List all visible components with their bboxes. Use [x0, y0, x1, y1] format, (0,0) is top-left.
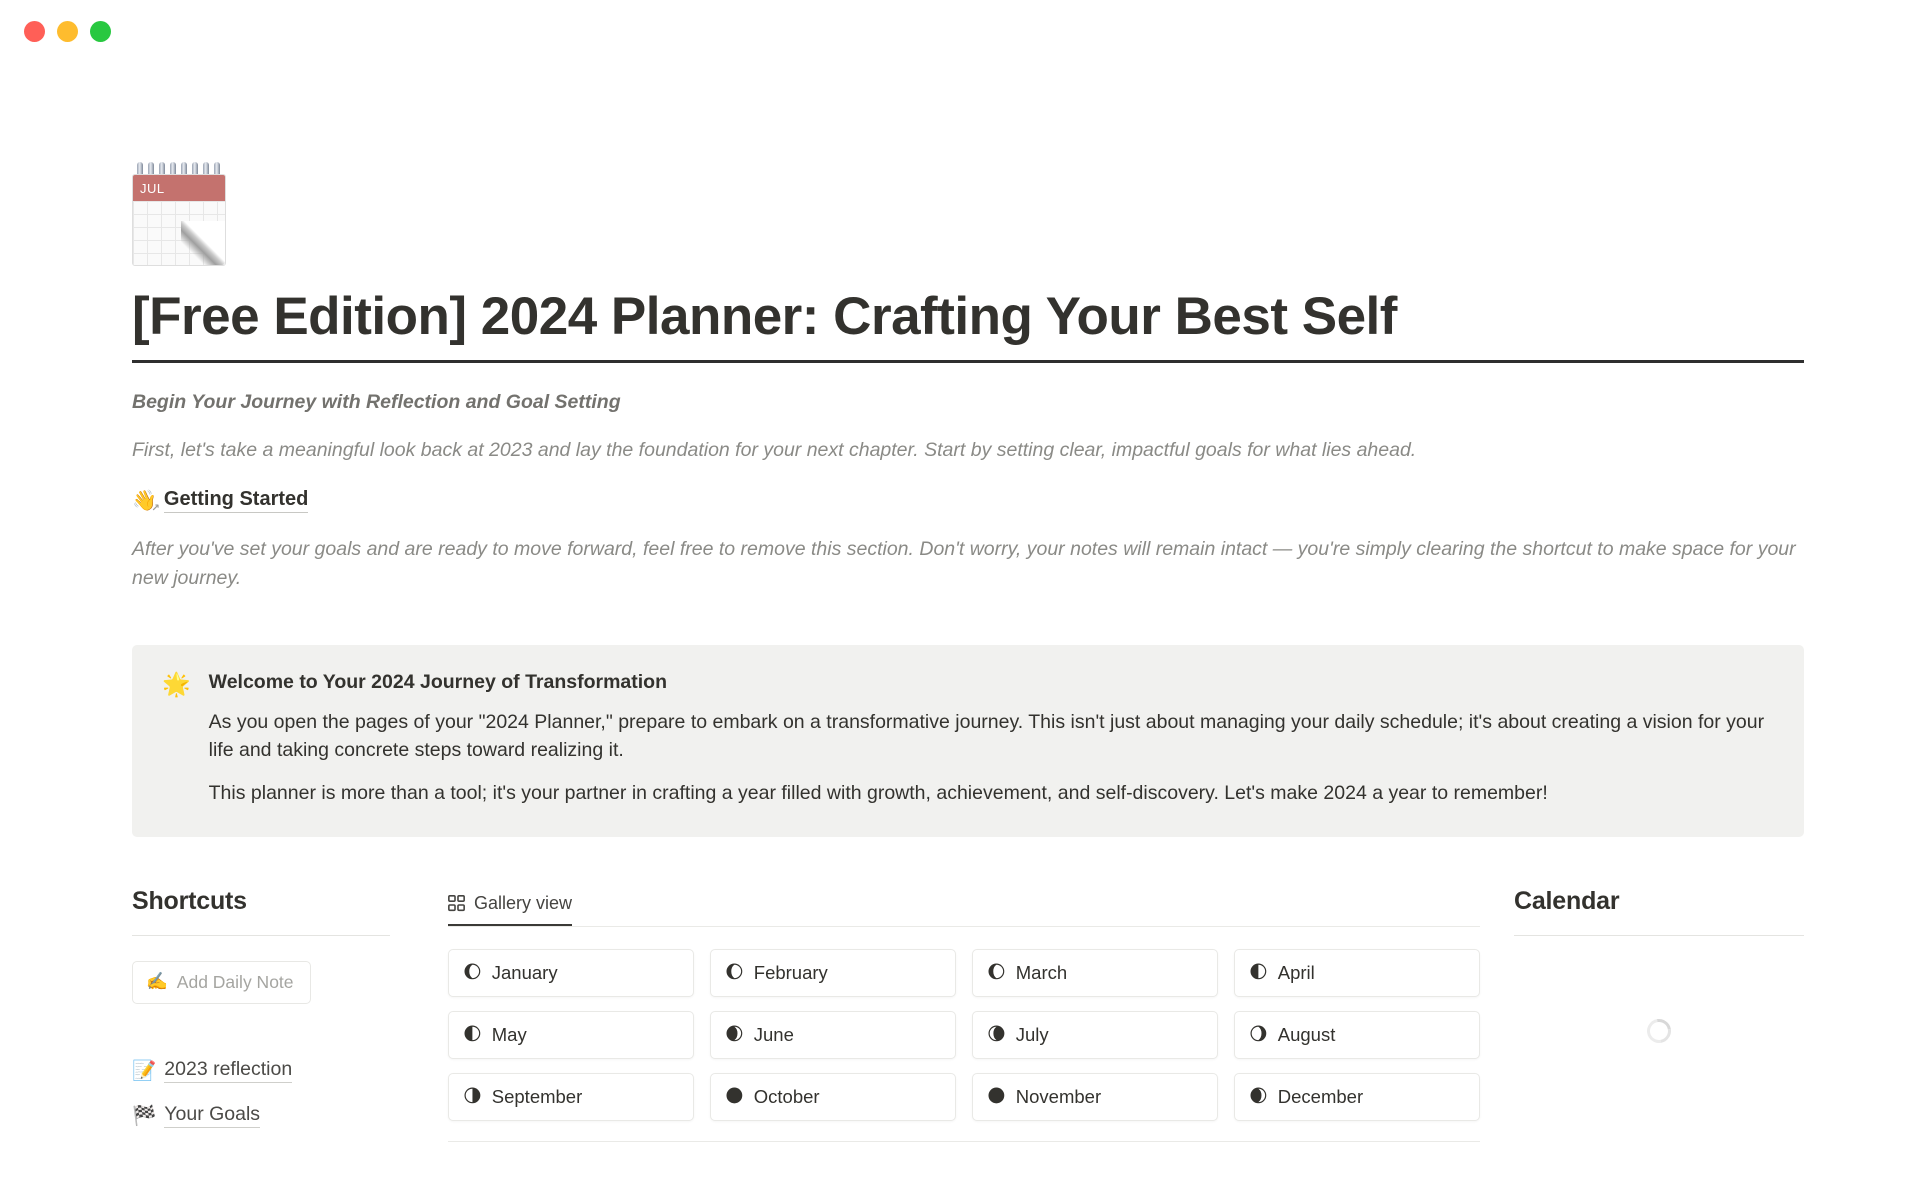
month-card-february[interactable]: 🌔 February [710, 948, 956, 997]
moon-phase-icon: 🌑 [725, 1085, 744, 1107]
loading-spinner-icon [1642, 1014, 1676, 1048]
writing-hand-icon: ✍️ [146, 971, 168, 992]
note-paragraph: After you've set your goals and are read… [132, 537, 1796, 589]
calendar-heading: Calendar [1514, 886, 1620, 915]
title-divider [132, 360, 1804, 364]
month-card-october[interactable]: 🌑 October [710, 1072, 956, 1121]
link-arrow-icon: ↗ [151, 503, 160, 515]
shortcut-link-your-goals[interactable]: 🏁 Your Goals [132, 1103, 261, 1128]
glowing-star-icon: 🌟 [162, 672, 191, 699]
moon-phase-icon: 🌑 [987, 1085, 1006, 1107]
callout-title: Welcome to Your 2024 Journey of Transfor… [208, 671, 668, 694]
tab-gallery-view[interactable]: Gallery view [448, 892, 573, 926]
month-card-january[interactable]: 🌔 January [448, 948, 694, 997]
shortcuts-divider [132, 934, 390, 936]
month-card-label: April [1277, 961, 1315, 983]
shortcuts-heading: Shortcuts [132, 886, 247, 915]
moon-phase-icon: 🌘 [987, 1023, 1006, 1045]
month-card-label: February [753, 961, 828, 983]
moon-phase-icon: 🌔 [725, 961, 744, 983]
calendar-icon-month-label: JUL [133, 175, 225, 201]
month-card-label: March [1015, 961, 1068, 983]
moon-phase-icon: 🌔 [987, 961, 1006, 983]
month-card-november[interactable]: 🌑 November [972, 1072, 1218, 1121]
moon-phase-icon: 🌓 [1249, 961, 1268, 983]
moon-phase-icon: 🌒 [725, 1023, 744, 1045]
page-subtitle: Begin Your Journey with Reflection and G… [132, 391, 621, 414]
gallery-column: Gallery view 🌔 January 🌔 February 🌔 Marc [390, 887, 1480, 1142]
shortcut-label: Your Goals [164, 1103, 261, 1128]
month-card-label: June [753, 1023, 794, 1045]
moon-phase-icon: 🌓 [463, 1023, 482, 1045]
month-card-may[interactable]: 🌓 May [448, 1010, 694, 1059]
shortcut-label: 2023 reflection [164, 1058, 293, 1083]
calendar-loading-area [1514, 936, 1804, 1126]
moon-phase-icon: 🌒 [1249, 1085, 1268, 1107]
maximize-window-button[interactable] [90, 20, 111, 42]
getting-started-label: Getting Started [163, 488, 309, 513]
chequered-flag-icon: 🏁 [132, 1103, 157, 1127]
getting-started-link[interactable]: 👋 ↗ Getting Started [132, 488, 309, 515]
month-card-label: May [491, 1023, 527, 1045]
add-daily-note-button[interactable]: ✍️ Add Daily Note [132, 960, 311, 1004]
shortcut-link-2023-reflection[interactable]: 📝 2023 reflection [132, 1058, 293, 1083]
calendar-icon-page-curl [181, 221, 225, 265]
month-card-december[interactable]: 🌒 December [1234, 1072, 1480, 1121]
columns-layout: Shortcuts ✍️ Add Daily Note 📝 2023 refle… [132, 887, 1804, 1142]
month-card-label: January [491, 961, 558, 983]
page-title[interactable]: [Free Edition] 2024 Planner: Crafting Yo… [132, 287, 1804, 346]
window-title-bar [0, 0, 1920, 62]
month-card-april[interactable]: 🌓 April [1234, 948, 1480, 997]
grid-view-icon [448, 894, 465, 911]
callout-paragraph-2: This planner is more than a tool; it's y… [208, 781, 1548, 804]
month-card-label: July [1015, 1023, 1049, 1045]
memo-icon: 📝 [132, 1058, 157, 1082]
month-card-march[interactable]: 🌔 March [972, 948, 1218, 997]
month-card-label: November [1015, 1085, 1102, 1107]
moon-phase-icon: 🌗 [463, 1085, 482, 1107]
waving-hand-icon: 👋 ↗ [132, 488, 160, 515]
moon-phase-icon: 🌖 [1249, 1023, 1268, 1045]
add-daily-note-label: Add Daily Note [176, 971, 294, 992]
callout-paragraph-1: As you open the pages of your "2024 Plan… [208, 711, 1765, 762]
view-tab-bar: Gallery view [448, 887, 1480, 927]
month-card-grid: 🌔 January 🌔 February 🌔 March 🌓 April 🌓 M… [448, 948, 1480, 1142]
month-card-june[interactable]: 🌒 June [710, 1010, 956, 1059]
welcome-callout: 🌟 Welcome to Your 2024 Journey of Transf… [132, 645, 1804, 837]
month-card-label: September [491, 1085, 583, 1107]
intro-paragraph: First, let's take a meaningful look back… [132, 439, 1417, 462]
shortcuts-column: Shortcuts ✍️ Add Daily Note 📝 2023 refle… [132, 887, 390, 1142]
calendar-column: Calendar [1480, 887, 1804, 1142]
minimize-window-button[interactable] [57, 20, 78, 42]
page-content: JUL [Free Edition] 2024 Planner: Craftin… [0, 162, 1920, 1142]
month-card-september[interactable]: 🌗 September [448, 1072, 694, 1121]
moon-phase-icon: 🌔 [463, 961, 482, 983]
shortcuts-link-list: 📝 2023 reflection 🏁 Your Goals [132, 1058, 390, 1128]
page-icon-calendar[interactable]: JUL [132, 162, 226, 266]
month-card-august[interactable]: 🌖 August [1234, 1010, 1480, 1059]
month-card-label: October [753, 1085, 820, 1107]
month-card-july[interactable]: 🌘 July [972, 1010, 1218, 1059]
month-card-label: December [1277, 1085, 1364, 1107]
close-window-button[interactable] [24, 20, 45, 42]
month-card-label: August [1277, 1023, 1336, 1045]
tab-gallery-view-label: Gallery view [474, 892, 573, 913]
